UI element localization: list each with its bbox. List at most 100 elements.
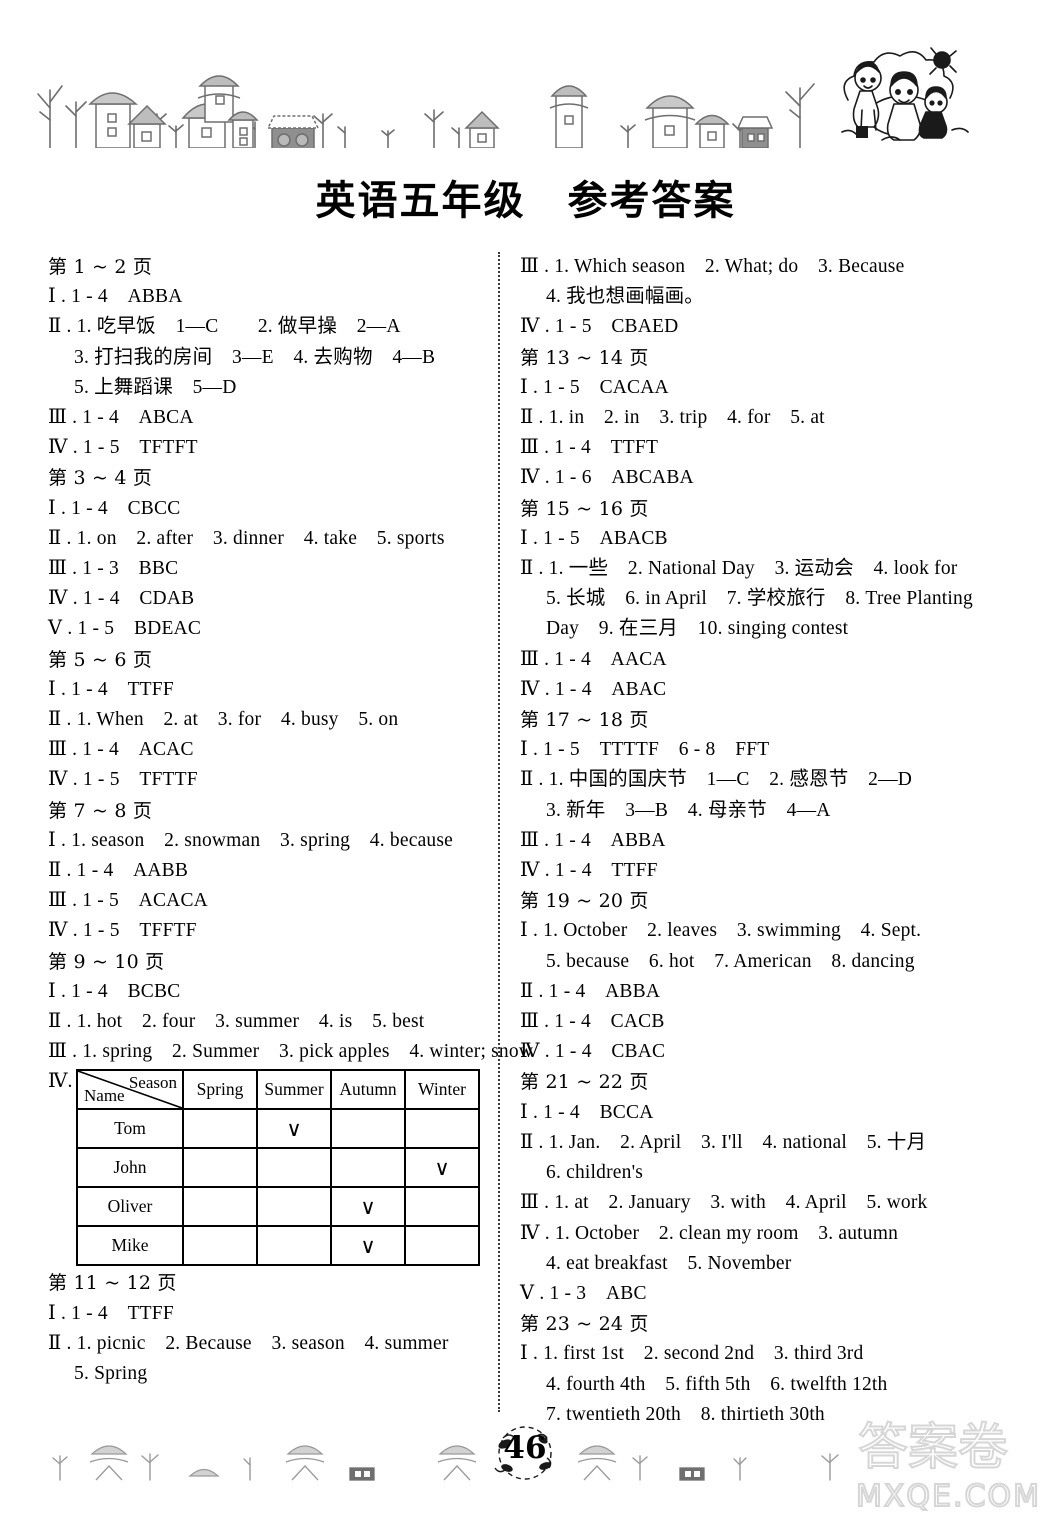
- tree-icon: [243, 1457, 251, 1481]
- answer-line: Ⅳ . 1. October 2. clean my room 3. autum…: [520, 1222, 899, 1244]
- answer-line: Ⅲ . 1 - 4 TTFT: [520, 437, 659, 459]
- answer-line: Ⅴ . 1 - 3 ABC: [520, 1282, 647, 1304]
- answer-line: Ⅲ . 1. Which season 2. What; do 3. Becau…: [520, 256, 905, 277]
- table-section-marker: Ⅳ.: [48, 1071, 73, 1093]
- answer-line-continuation: 4. fourth 4th 5. fifth 5th 6. twelfth 12…: [546, 1373, 888, 1395]
- house-icon: [437, 1445, 477, 1481]
- house-icon: [197, 75, 241, 123]
- tree-icon: [733, 1457, 747, 1481]
- answer-line-continuation: Day 9. 在三月 10. singing contest: [546, 618, 849, 640]
- table-cell: [256, 1147, 332, 1189]
- table-column-header: Summer: [256, 1069, 332, 1111]
- table-corner-cell: Season Name: [76, 1069, 184, 1111]
- page-number-badge: 46: [485, 1422, 565, 1484]
- children-cartoon-illustration: [841, 47, 969, 141]
- page-range-heading: 第 11 ~ 12 页: [48, 1272, 177, 1295]
- answer-line-continuation: 6. children's: [546, 1162, 644, 1184]
- house-icon: [464, 110, 500, 148]
- page-range-heading: 第 23 ~ 24 页: [520, 1313, 649, 1336]
- answer-line: Ⅳ . 1 - 5 TFTTF: [48, 769, 198, 791]
- column-divider: [498, 252, 500, 1412]
- answer-line-continuation: 5. because 6. hot 7. American 8. dancing: [546, 950, 915, 972]
- page-range-heading: 第 17 ~ 18 页: [520, 709, 649, 732]
- answer-line: Ⅲ . 1 - 5 ACACA: [48, 890, 208, 912]
- watermark-site-text: MXQE.COM: [856, 1479, 1041, 1514]
- answer-line: Ⅱ . 1. in 2. in 3. trip 4. for 5. at: [520, 407, 825, 429]
- tree-icon: [37, 85, 63, 148]
- corner-col-label: Season: [128, 1073, 177, 1093]
- table-cell: [256, 1225, 332, 1267]
- answer-line: Ⅲ . 1 - 4 ABCA: [48, 407, 194, 429]
- check-mark-icon: ∨: [434, 1155, 450, 1180]
- tree-icon: [141, 1453, 159, 1481]
- page-range-heading: 第 21 ~ 22 页: [520, 1071, 649, 1094]
- table-cell: ∨: [404, 1147, 480, 1189]
- tree-icon: [424, 109, 444, 148]
- answer-line: Ⅳ . 1 - 5 TFTFT: [48, 437, 198, 459]
- house-icon: [266, 115, 320, 148]
- answer-line-continuation: 3. 新年 3—B 4. 母亲节 4—A: [546, 799, 831, 821]
- table-row-name: Mike: [76, 1225, 184, 1267]
- right-answer-column: Ⅲ . 1. Which season 2. What; do 3. Becau…: [520, 252, 1010, 1430]
- table-row: Tom ∨: [76, 1108, 480, 1150]
- answer-line: Ⅲ . 1 - 4 ABBA: [520, 829, 666, 851]
- answer-line: Ⅱ . 1 - 4 ABBA: [520, 980, 661, 1002]
- answer-line: Ⅳ . 1 - 5 CBAED: [520, 316, 679, 338]
- tree-icon: [52, 1455, 68, 1481]
- table-cell: [256, 1186, 332, 1228]
- tree-icon: [168, 124, 184, 148]
- house-icon: [127, 104, 167, 148]
- house-icon: [644, 95, 696, 148]
- answer-line: Ⅱ . 1. 一些 2. National Day 3. 运动会 4. look…: [520, 558, 958, 580]
- answer-line: Ⅰ . 1 - 4 BCCA: [520, 1101, 654, 1123]
- left-answer-column: 第 1 ~ 2 页 Ⅰ . 1 - 4 ABBA Ⅱ . 1. 吃早饭 1—C 2.…: [48, 252, 534, 1389]
- table-cell: [182, 1225, 258, 1267]
- page-range-heading: 第 3 ~ 4 页: [48, 467, 153, 490]
- answer-line: Ⅲ . 1. at 2. January 3. with 4. April 5.…: [520, 1192, 928, 1214]
- tree-icon: [65, 101, 87, 148]
- table-row: John ∨: [76, 1147, 480, 1189]
- answer-line: Ⅲ . 1 - 3 BBC: [48, 558, 179, 580]
- answer-line: Ⅱ . 1 - 4 AABB: [48, 860, 189, 882]
- answer-line: Ⅱ . 1. on 2. after 3. dinner 4. take 5. …: [48, 527, 445, 549]
- answer-line: Ⅴ . 1 - 5 BDEAC: [48, 618, 202, 640]
- answer-line: Ⅱ . 1. hot 2. four 3. summer 4. is 5. be…: [48, 1011, 425, 1033]
- answer-line: Ⅲ . 1 - 4 ACAC: [48, 739, 194, 761]
- answer-line: Ⅰ . 1 - 5 TTTTF 6 - 8 FFT: [520, 739, 770, 761]
- answer-line: Ⅳ . 1 - 4 CDAB: [48, 588, 195, 610]
- house-icon: [349, 1467, 375, 1481]
- table-cell: ∨: [330, 1186, 406, 1228]
- house-icon: [549, 85, 589, 148]
- house-icon: [285, 1445, 325, 1481]
- answer-line: Ⅰ . 1 - 4 TTFF: [48, 1302, 174, 1324]
- table-cell: [330, 1108, 406, 1150]
- answer-line: Ⅳ . 1 - 5 TFFTF: [48, 920, 197, 942]
- answer-line: Ⅰ . 1 - 4 BCBC: [48, 980, 181, 1002]
- table-row: Mike ∨: [76, 1225, 480, 1267]
- site-watermark: 答案卷 MXQE.COM: [855, 1417, 1041, 1515]
- answer-line: Ⅰ . 1 - 4 ABBA: [48, 286, 183, 308]
- tree-icon: [785, 83, 815, 148]
- answer-line: Ⅳ . 1 - 4 CBAC: [520, 1041, 666, 1063]
- house-icon: [88, 92, 138, 148]
- answer-line: Ⅰ . 1 - 4 CBCC: [48, 497, 181, 519]
- tree-icon: [147, 113, 167, 148]
- table-header-row: Season Name Spring Summer Autumn Winter: [76, 1069, 480, 1111]
- answer-line-continuation: 5. Spring: [74, 1363, 148, 1385]
- answer-line: Ⅰ . 1 - 5 CACAA: [520, 376, 669, 398]
- season-table-block: Ⅳ. Season Name Spring Summer Autumn Winter Tom ∨…: [48, 1069, 488, 1267]
- answer-line: Ⅲ . 1. spring 2. Summer 3. pick apples 4…: [48, 1041, 534, 1063]
- check-mark-icon: ∨: [286, 1116, 302, 1141]
- table-row: Oliver ∨: [76, 1186, 480, 1228]
- answer-line: Ⅰ . 1 - 4 TTFF: [48, 678, 174, 700]
- house-icon: [736, 116, 774, 148]
- house-icon: [188, 1468, 220, 1477]
- page-range-heading: 第 5 ~ 6 页: [48, 648, 153, 671]
- answer-line: Ⅱ . 1. 吃早饭 1—C 2. 做早操 2—A: [48, 316, 401, 338]
- table-cell: [404, 1108, 480, 1150]
- tree-icon: [381, 129, 395, 148]
- table-cell: [182, 1147, 258, 1189]
- answer-line: Ⅳ . 1 - 4 ABAC: [520, 678, 667, 700]
- answer-line: Ⅰ . 1. October 2. leaves 3. swimming 4. …: [520, 920, 922, 942]
- tree-icon: [620, 124, 636, 148]
